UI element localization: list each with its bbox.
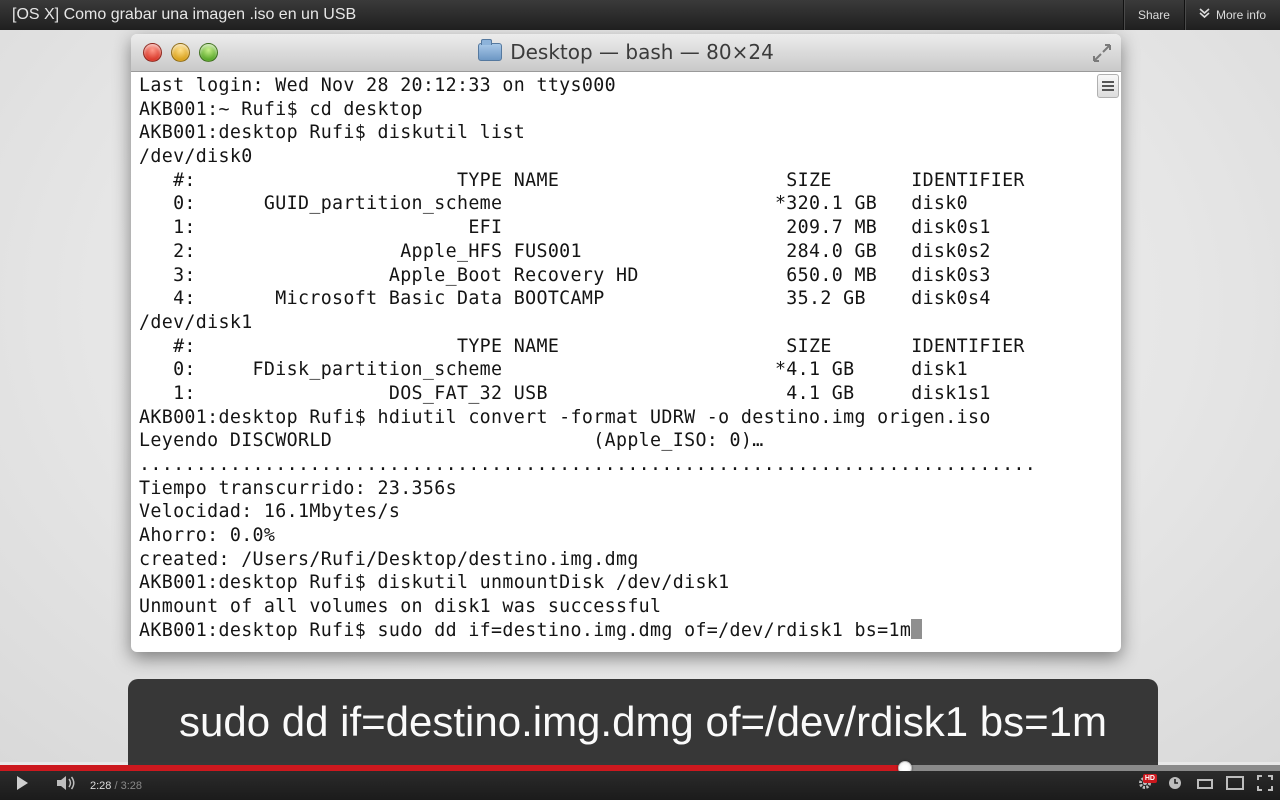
terminal-output[interactable]: Last login: Wed Nov 28 20:12:33 on ttys0… [131, 72, 1121, 652]
volume-button[interactable] [44, 771, 88, 800]
terminal-line: AKB001:desktop Rufi$ diskutil list [139, 122, 526, 144]
terminal-line: AKB001:desktop Rufi$ hdiutil convert -fo… [139, 406, 991, 428]
terminal-line: Leyendo DISCWORLD (Apple_ISO: 0)… [139, 430, 764, 452]
terminal-line: 0: FDisk_partition_scheme *4.1 GB disk1 [139, 359, 969, 381]
video-title-bar: [OS X] Como grabar una imagen .iso en un… [0, 0, 1280, 30]
play-button[interactable] [0, 771, 44, 800]
terminal-prompt-line: AKB001:desktop Rufi$ sudo dd if=destino.… [139, 618, 1121, 643]
video-title[interactable]: [OS X] Como grabar una imagen .iso en un… [0, 6, 1123, 24]
current-time: 2:28 [90, 779, 112, 792]
fullscreen-button[interactable] [1250, 771, 1280, 800]
terminal-title-text: Desktop — bash — 80×24 [510, 40, 774, 64]
terminal-line: 2: Apple_HFS FUS001 284.0 GB disk0s2 [139, 240, 991, 262]
text-cursor [911, 618, 923, 639]
volume-icon [56, 775, 76, 796]
terminal-line: Ahorro: 0.0% [139, 525, 276, 547]
terminal-line: 1: EFI 209.7 MB disk0s1 [139, 217, 991, 239]
terminal-line: Tiempo transcurrido: 23.356s [139, 477, 457, 499]
clock-icon [1168, 776, 1182, 795]
more-info-button[interactable]: More info [1183, 0, 1280, 30]
terminal-line: 1: DOS_FAT_32 USB 4.1 GB disk1s1 [139, 382, 991, 404]
watch-later-button[interactable] [1160, 771, 1190, 800]
chevron-down-icon [1199, 8, 1210, 22]
small-player-button[interactable] [1190, 771, 1220, 800]
settings-button[interactable]: HD [1130, 771, 1160, 800]
terminal-line: Last login: Wed Nov 28 20:12:33 on ttys0… [139, 75, 616, 96]
terminal-window: Desktop — bash — 80×24 Last login: Wed N… [131, 34, 1121, 652]
terminal-line: 4: Microsoft Basic Data BOOTCAMP 35.2 GB… [139, 288, 991, 310]
hd-badge: HD [1142, 774, 1157, 783]
terminal-line: /dev/disk0 [139, 146, 253, 168]
terminal-line: ........................................… [139, 454, 1037, 475]
terminal-line: #: TYPE NAME SIZE IDENTIFIER [139, 335, 1025, 357]
terminal-current-command: AKB001:desktop Rufi$ sudo dd if=destino.… [139, 619, 912, 641]
terminal-line: Unmount of all volumes on disk1 was succ… [139, 596, 662, 618]
time-display: 2:28 / 3:28 [90, 780, 142, 792]
terminal-line: 0: GUID_partition_scheme *320.1 GB disk0 [139, 193, 969, 215]
share-label: Share [1137, 8, 1170, 22]
terminal-line: AKB001:desktop Rufi$ diskutil unmountDis… [139, 572, 730, 594]
terminal-line: created: /Users/Rufi/Desktop/destino.img… [139, 548, 639, 570]
player-controls: 2:28 / 3:28 HD [0, 771, 1280, 800]
terminal-line: /dev/disk1 [139, 311, 253, 333]
folder-icon [478, 39, 503, 61]
terminal-title: Desktop — bash — 80×24 [131, 39, 1121, 64]
fullscreen-arrows-icon[interactable] [1091, 42, 1113, 64]
small-player-icon [1197, 777, 1213, 795]
time-separator: / [111, 779, 121, 792]
terminal-titlebar: Desktop — bash — 80×24 [131, 34, 1121, 72]
terminal-line: #: TYPE NAME SIZE IDENTIFIER [139, 169, 1025, 191]
terminal-line: Velocidad: 16.1Mbytes/s [139, 501, 401, 523]
terminal-line: AKB001:~ Rufi$ cd desktop [139, 98, 423, 120]
fullscreen-icon [1257, 775, 1273, 796]
caption-text: sudo dd if=destino.img.dmg of=/dev/rdisk… [178, 698, 1108, 745]
share-button[interactable]: Share [1122, 0, 1184, 30]
large-player-button[interactable] [1220, 771, 1250, 800]
caption-overlay: sudo dd if=destino.img.dmg of=/dev/rdisk… [128, 679, 1158, 765]
duration: 3:28 [120, 779, 143, 792]
large-player-icon [1226, 776, 1244, 795]
more-info-label: More info [1215, 8, 1266, 22]
terminal-line: 3: Apple_Boot Recovery HD 650.0 MB disk0… [139, 264, 991, 286]
play-icon [14, 775, 30, 796]
